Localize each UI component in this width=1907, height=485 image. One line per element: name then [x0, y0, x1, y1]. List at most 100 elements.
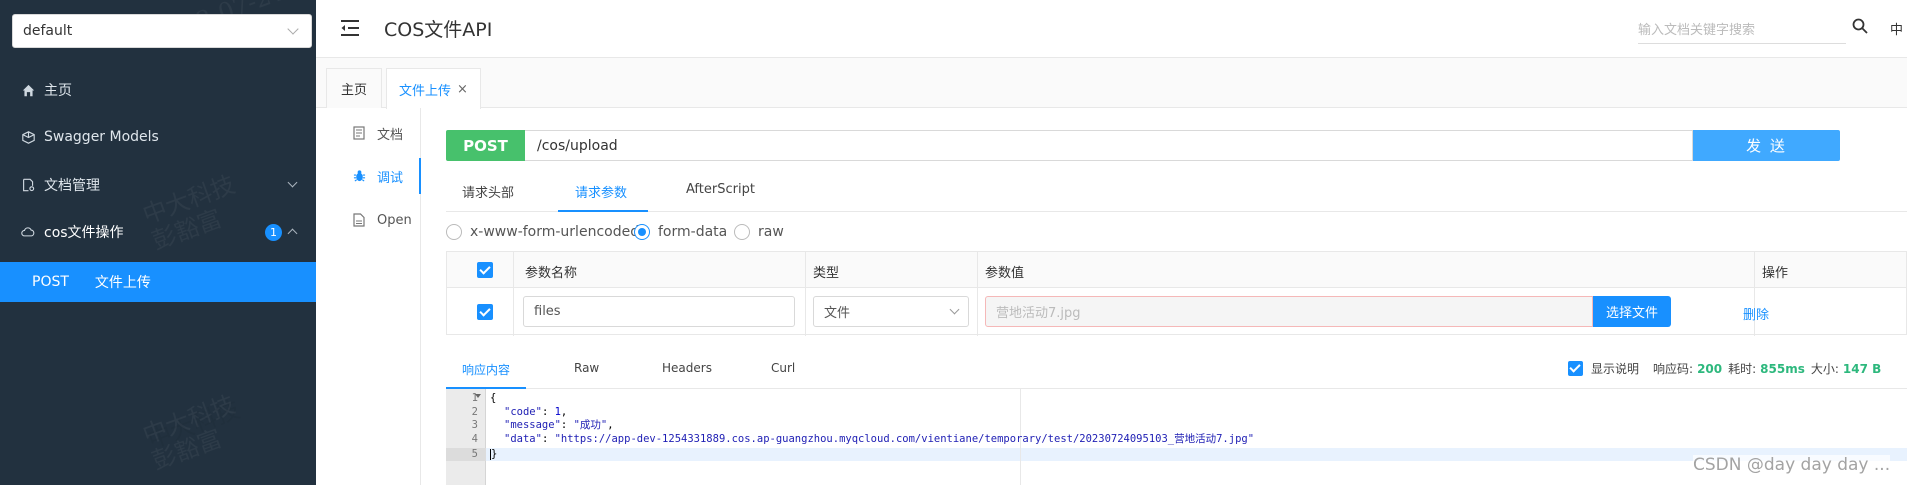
sidebar-item-label: 文档管理 — [44, 178, 100, 194]
chevron-down-icon — [287, 177, 298, 188]
sidebar-item-label: 主页 — [44, 83, 72, 99]
response-time: 855ms — [1760, 361, 1805, 376]
fold-toggle-icon[interactable] — [475, 394, 481, 398]
radio-raw[interactable]: raw — [734, 224, 784, 240]
page-tabs-bar: 主页 文件上传 × — [316, 58, 1907, 109]
inner-tab-doc[interactable]: 文档 — [316, 115, 421, 151]
group-select[interactable]: default — [12, 14, 312, 48]
chevron-down-icon — [949, 304, 960, 315]
chevron-down-icon — [287, 23, 299, 35]
column-header: 参数值 — [985, 266, 1025, 281]
code-line: "data": "https://app-dev-1254331889.cos.… — [504, 433, 1255, 445]
sidebar-item-home[interactable]: 主页 — [0, 66, 316, 114]
line-number: 2 — [471, 406, 478, 418]
select-all-checkbox[interactable] — [477, 262, 493, 278]
home-icon — [20, 82, 36, 98]
radio-form-data[interactable]: form-data — [634, 224, 727, 240]
json-key: "data" — [504, 433, 542, 445]
radio-circle — [446, 224, 462, 240]
sidebar-item-doc-manage[interactable]: 文档管理 — [0, 161, 316, 209]
close-icon[interactable]: × — [457, 82, 468, 97]
response-editor[interactable]: 1 2 3 4 5 { "code": 1, "message": "成功", … — [446, 389, 1907, 485]
status-code: 200 — [1697, 361, 1723, 376]
param-name-input[interactable]: files — [523, 296, 795, 327]
tab-file-upload[interactable]: 文件上传 × — [386, 68, 481, 109]
sidebar-item-swagger-models[interactable]: Swagger Models — [0, 113, 316, 161]
inner-tab-label: Open — [377, 212, 412, 228]
column-header: 操作 — [1762, 266, 1789, 281]
line-number: 1 — [471, 392, 478, 404]
column-divider — [1754, 252, 1755, 336]
param-type-select[interactable]: 文件 — [813, 296, 969, 327]
tab-after-script[interactable]: AfterScript — [686, 182, 755, 197]
inner-tab-label: 调试 — [377, 170, 404, 186]
radio-label: form-data — [658, 224, 728, 240]
code-line: { — [490, 392, 496, 405]
sidebar-subitem-label: 文件上传 — [94, 275, 151, 291]
code-line: "code": 1, — [504, 406, 568, 418]
column-header: 类型 — [813, 266, 840, 281]
method-badge: POST — [446, 130, 525, 161]
sidebar-item-label: cos文件操作 — [44, 225, 124, 241]
time-label: 耗时: — [1728, 362, 1757, 376]
radio-circle — [734, 224, 750, 240]
group-select-value: default — [23, 23, 73, 39]
status-label: 响应码: — [1653, 362, 1694, 376]
api-inner-nav: 文档 调试 Open — [316, 108, 421, 485]
bug-icon — [353, 169, 367, 183]
count-badge: 1 — [265, 224, 282, 241]
request-bar: POST /cos/upload 发 送 — [446, 130, 1840, 161]
tabs-divider — [446, 211, 1907, 212]
tab-request-params[interactable]: 请求参数 — [575, 182, 627, 201]
search-icon[interactable] — [1852, 18, 1870, 36]
sidebar: 2023-07-24 中大科技 彭豁富 中大科技 彭豁富 default 主页 … — [0, 0, 316, 485]
page-title: COS文件API — [384, 19, 493, 41]
sidebar-item-cos[interactable]: cos文件操作 1 — [0, 208, 316, 256]
search-input[interactable]: 输入文档关键字搜索 — [1638, 14, 1846, 44]
json-value: "https://app-dev-1254331889.cos.ap-guang… — [554, 433, 1255, 445]
tab-label: 主页 — [340, 83, 367, 98]
line-number: 4 — [471, 433, 478, 445]
tab-raw[interactable]: Raw — [574, 361, 599, 375]
delete-link[interactable]: 删除 — [1743, 304, 1769, 323]
tab-home[interactable]: 主页 — [326, 68, 382, 108]
radio-label: raw — [758, 224, 784, 240]
csdn-watermark: CSDN @day day day ... — [1693, 455, 1891, 475]
inner-tab-label: 文档 — [377, 127, 404, 143]
json-key: "message" — [504, 419, 561, 431]
json-key: "code" — [504, 406, 542, 418]
file-value-input[interactable]: 营地活动7.jpg — [985, 296, 1593, 327]
watermark: 中大科技 — [138, 390, 239, 450]
show-desc-checkbox[interactable] — [1568, 361, 1583, 376]
sidebar-item-label: Swagger Models — [44, 129, 159, 145]
response-size: 147 B — [1842, 361, 1882, 376]
radio-urlencoded[interactable]: x-www-form-urlencoded — [446, 224, 639, 240]
sidebar-subitem-upload[interactable]: POST 文件上传 — [0, 262, 316, 302]
send-button[interactable]: 发 送 — [1693, 130, 1840, 161]
document-icon — [353, 126, 367, 140]
active-tab-indicator — [558, 210, 648, 212]
doc-settings-icon — [20, 177, 36, 193]
tab-request-headers[interactable]: 请求头部 — [462, 182, 514, 201]
inner-tab-open[interactable]: Open — [316, 202, 421, 238]
code-line: } — [490, 448, 497, 461]
row-checkbox[interactable] — [477, 304, 493, 320]
tab-label: 文件上传 — [399, 83, 452, 99]
chevron-up-icon — [287, 228, 298, 239]
tab-response-content[interactable]: 响应内容 — [462, 361, 510, 378]
show-desc-label: 显示说明 — [1591, 362, 1640, 376]
method-label: POST — [32, 274, 69, 290]
response-meta: 显示说明 响应码: 200 耗时: 855ms 大小: 147 B — [1568, 360, 1881, 377]
tab-headers[interactable]: Headers — [662, 361, 712, 375]
menu-fold-icon[interactable] — [340, 19, 360, 37]
json-value: 1 — [554, 406, 561, 418]
file-icon — [353, 213, 367, 227]
top-header: COS文件API 输入文档关键字搜索 中 — [316, 0, 1907, 58]
url-input[interactable]: /cos/upload — [525, 130, 1693, 161]
tab-curl[interactable]: Curl — [771, 361, 795, 375]
json-brace: } — [491, 448, 498, 460]
json-brace: { — [490, 392, 497, 404]
inner-tab-debug[interactable]: 调试 — [316, 158, 421, 194]
language-switch[interactable]: 中 — [1890, 19, 1903, 38]
choose-file-button[interactable]: 选择文件 — [1593, 296, 1671, 327]
